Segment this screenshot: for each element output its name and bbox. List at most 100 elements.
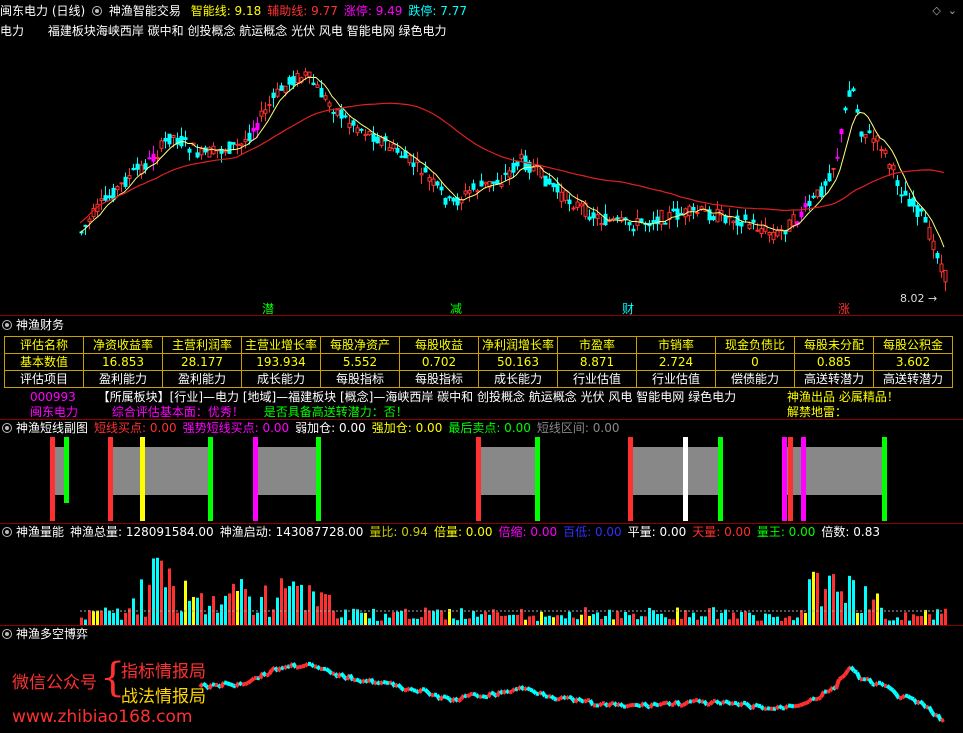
bull-bear-segment — [481, 694, 486, 699]
diamond-icon[interactable]: ◇ — [932, 4, 940, 17]
finance-cell: 16.853 — [83, 353, 163, 371]
candle — [251, 127, 256, 132]
candle — [335, 109, 340, 116]
candle — [375, 136, 380, 144]
candle — [475, 190, 480, 193]
volume-bar — [868, 609, 871, 625]
volume-bar — [608, 609, 611, 625]
candle — [767, 232, 772, 236]
bull-bear-segment — [583, 698, 588, 704]
bull-bear-segment — [265, 672, 270, 678]
volume-bar — [592, 614, 595, 625]
finance-cell: 50.163 — [478, 353, 558, 371]
short-signal-bar — [628, 437, 633, 521]
volume-title[interactable]: 神渔量能 — [16, 525, 64, 539]
candle — [115, 186, 120, 191]
volume-bar — [764, 613, 767, 625]
bullbear-panel-header: 神渔多空博弈 — [2, 626, 88, 642]
bullbear-title[interactable]: 神渔多空博弈 — [16, 627, 88, 641]
volume-bar — [268, 616, 271, 625]
short-range-block — [630, 447, 720, 495]
candle — [807, 200, 812, 207]
volume-bar — [204, 614, 207, 625]
volume-bar — [224, 595, 227, 625]
bull-bear-segment — [535, 691, 540, 697]
candle — [899, 194, 904, 197]
volume-bar — [92, 611, 95, 625]
volume-bar — [504, 615, 507, 625]
volume-bar — [940, 613, 943, 625]
start-label: 神渔启动: — [219, 525, 272, 539]
candle — [503, 172, 508, 175]
finance-table: 评估名称 净资收益率 主营利润率 主营业增长率 每股净资产 每股收益 净利润增长率 市盈率 市销… — [4, 336, 953, 388]
volume-bar — [768, 614, 771, 625]
candle — [343, 115, 348, 118]
bull-bear-segment — [249, 676, 256, 683]
short-panel-header: 神渔短线副图 短线买点: 0.00 强势短线买点: 0.00 弱加仓: 0.00 强加仓… — [2, 420, 625, 436]
stock-title[interactable]: 闽东电力 (日线) — [0, 4, 85, 18]
bull-bear-segment — [303, 662, 310, 668]
volume-bar — [264, 585, 267, 625]
candle — [379, 137, 384, 146]
settings-icon[interactable] — [2, 320, 12, 330]
settings-icon[interactable] — [2, 423, 12, 433]
candle — [739, 221, 744, 227]
volume-bar — [240, 579, 243, 625]
candle — [775, 230, 780, 237]
volume-bar — [472, 611, 475, 625]
candle — [199, 148, 204, 156]
bull-bear-segment — [324, 667, 331, 673]
candle — [759, 228, 764, 235]
candle — [471, 183, 476, 190]
volume-bar — [480, 614, 483, 625]
bull-bear-segment — [267, 668, 274, 676]
finance-cell: 基本数值 — [4, 353, 84, 371]
bull-bear-segment — [802, 701, 807, 706]
candle — [443, 197, 448, 205]
candle — [519, 153, 524, 159]
settings-icon[interactable] — [92, 6, 103, 16]
short-title[interactable]: 神渔短线副图 — [16, 421, 88, 435]
short-range-block — [478, 447, 537, 495]
short-signal-bar — [108, 437, 113, 521]
volume-bar — [336, 618, 339, 625]
volume-bar — [440, 610, 443, 625]
short-item-0: 短线买点: 0.00 — [94, 421, 177, 435]
bull-bear-segment — [867, 677, 874, 685]
settings-icon[interactable] — [2, 527, 12, 537]
candle — [267, 104, 272, 107]
candle — [547, 178, 552, 185]
candle — [835, 156, 840, 159]
candle — [371, 133, 376, 142]
finance-cell: 净资收益率 — [83, 336, 163, 354]
header-bar: 闽东电力 (日线) 神渔智能交易 智能线: 9.18 辅助线: 9.77 涨停: 9… — [0, 3, 476, 19]
volume-bar — [848, 575, 851, 625]
candle — [827, 173, 832, 182]
volume-bar — [840, 591, 843, 625]
candle — [839, 128, 844, 135]
short-item-3: 强加仓: 0.00 — [371, 421, 443, 435]
finance-cell: 高送转潜力 — [794, 370, 874, 388]
slogan: 神渔出品 必属精品！ — [787, 390, 899, 404]
finance-cell: 盈利能力 — [162, 370, 242, 388]
candle — [223, 150, 228, 153]
bull-bear-segment — [849, 665, 856, 673]
bull-bear-segment — [588, 699, 595, 707]
settings-icon[interactable] — [2, 629, 12, 639]
volume-bar — [724, 609, 727, 625]
volume-bar — [784, 617, 787, 625]
bull-bear-segment — [211, 682, 216, 687]
volume-chart[interactable] — [0, 541, 963, 625]
chevron-down-icon[interactable]: ⌄ — [948, 4, 957, 17]
volume-bar — [140, 579, 143, 625]
candle — [151, 153, 156, 162]
main-candlestick-chart[interactable] — [0, 40, 963, 312]
volume-bar — [476, 616, 479, 625]
volume-item-1: 倍量: 0.00 — [433, 525, 493, 539]
finance-item-row: 评估项目 盈利能力 盈利能力 成长能力 每股指标 每股指标 成长能力 行业估值 行业估值 偿债能力… — [4, 370, 953, 388]
header-item-3: 跌停: 7.77 — [408, 4, 467, 18]
volume-bar — [564, 618, 567, 625]
finance-panel-title[interactable]: 神渔财务 — [2, 317, 64, 333]
short-line-chart[interactable] — [0, 437, 963, 523]
volume-bar — [392, 612, 395, 625]
